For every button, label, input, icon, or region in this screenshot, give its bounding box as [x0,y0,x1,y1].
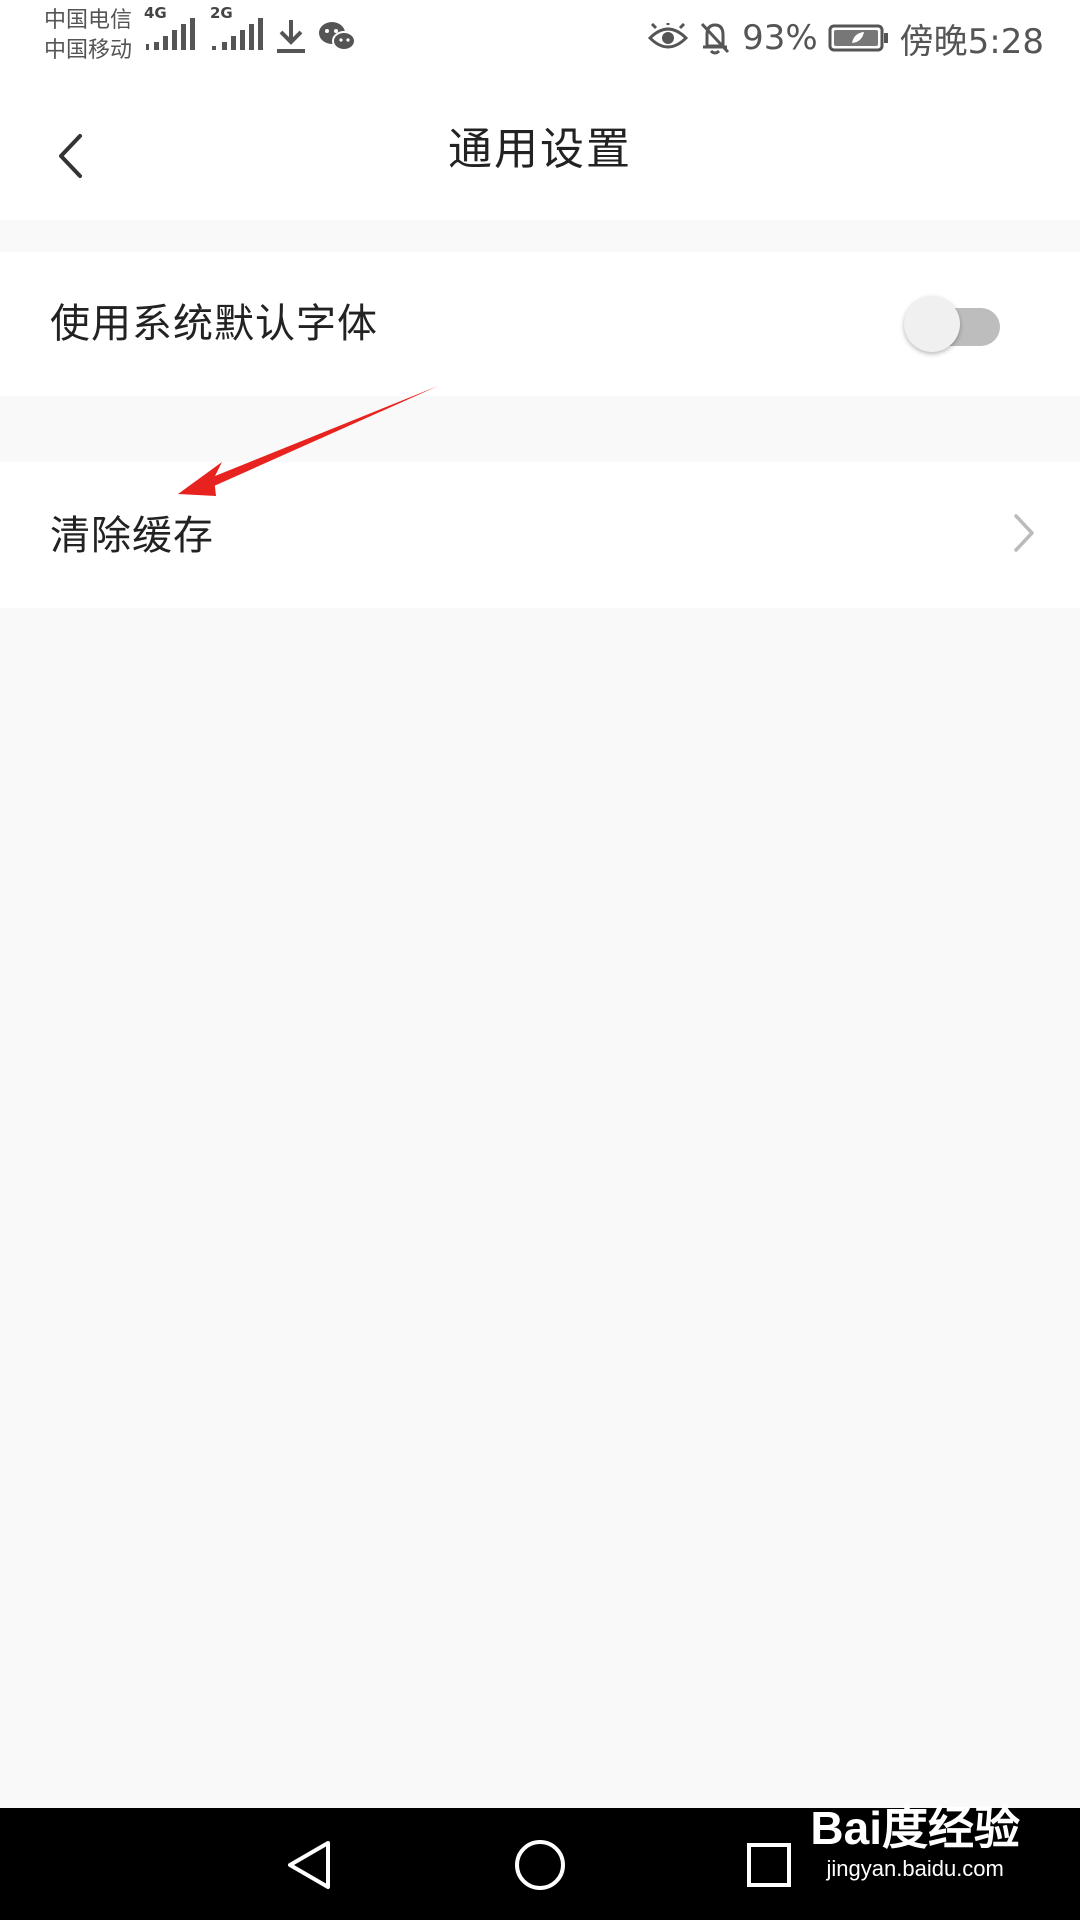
recents-square-icon [747,1843,791,1887]
nav-back-button[interactable] [274,1830,344,1900]
app-header: 通用设置 [0,80,1080,220]
nav-home-button[interactable] [505,1830,575,1900]
watermark-url: jingyan.baidu.com [826,1856,1004,1881]
battery-icon [828,24,888,52]
download-icon [277,20,305,53]
wechat-icon [319,22,356,51]
back-triangle-icon [288,1841,330,1889]
system-font-toggle[interactable] [904,296,1000,352]
home-circle-icon [515,1840,565,1890]
watermark-brand: Bai度经验 [810,1802,1020,1854]
signal-icon [212,18,263,50]
battery-percent: 93% [742,18,818,58]
page-title: 通用设置 [448,124,632,175]
nav-recents-button[interactable] [734,1830,804,1900]
clear-cache-label: 清除缓存 [50,513,214,559]
status-bar: 中国电信 中国移动 4G 2G 93% 傍晚5:28 [0,0,1080,80]
carrier-1: 中国电信 [44,8,133,33]
status-right: 93% 傍晚5:28 [648,14,1044,62]
setting-row-system-font: 使用系统默认字体 [0,252,1080,396]
toggle-knob [904,296,960,352]
chevron-right-icon [1014,514,1034,552]
carrier-2: 中国移动 [44,38,133,63]
system-font-label: 使用系统默认字体 [50,301,378,347]
setting-row-clear-cache[interactable]: 清除缓存 [0,462,1080,608]
bell-off-icon [700,22,730,55]
eye-icon [648,23,689,49]
baidu-jingyan-watermark: Bai度经验 jingyan.baidu.com [810,1800,1020,1882]
carrier-names: 中国电信 中国移动 [44,6,132,66]
clock: 傍晚5:28 [899,21,1044,62]
signal-icon [146,18,195,50]
